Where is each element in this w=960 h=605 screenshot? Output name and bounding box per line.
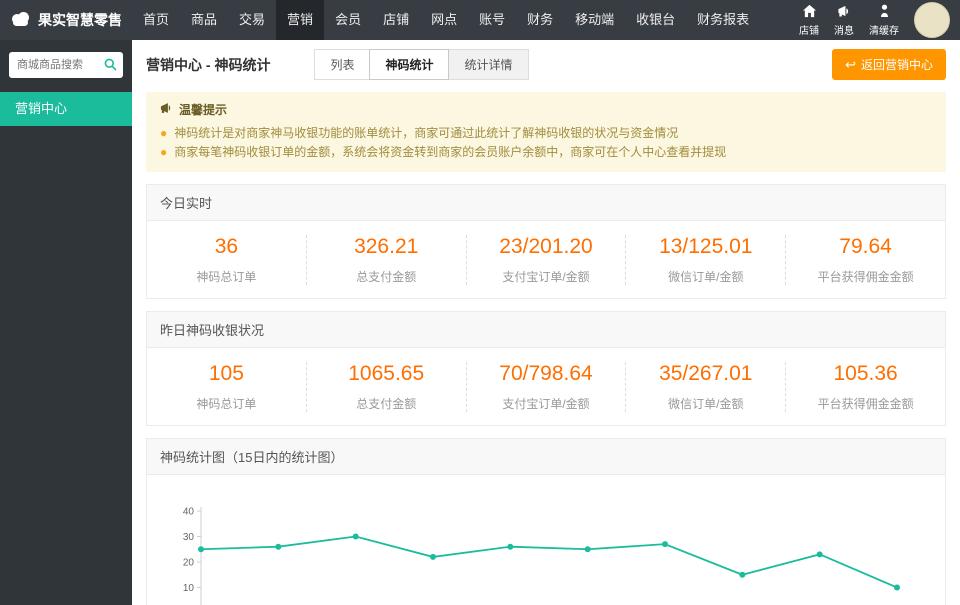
stat-commission: 79.64 平台获得佣金金额 — [785, 235, 945, 285]
stat-value: 23/201.20 — [499, 235, 593, 258]
chart-section: 神码统计图（15日内的统计图） 01020304001月03日01月04日01月… — [146, 438, 946, 605]
stat-total-orders: 105 神码总订单 — [147, 362, 306, 412]
stat-value: 79.64 — [839, 235, 892, 258]
stat-label: 神码总订单 — [196, 270, 257, 284]
notice-title: 温馨提示 — [179, 103, 228, 117]
tab-list[interactable]: 列表 — [314, 49, 371, 80]
stat-alipay: 23/201.20 支付宝订单/金额 — [465, 235, 626, 285]
shop-tool[interactable]: 店铺 — [799, 4, 819, 37]
nav-item-mobile[interactable]: 移动端 — [564, 0, 625, 40]
shop-tool-label: 店铺 — [799, 25, 819, 37]
sidebar-item-marketing-center[interactable]: 营销中心 — [0, 92, 132, 126]
stat-label: 神码总订单 — [196, 397, 257, 411]
page-header: 营销中心 - 神码统计 列表 神码统计 统计详情 ↩ 返回营销中心 — [132, 40, 960, 90]
tab-stats-detail[interactable]: 统计详情 — [448, 49, 529, 80]
stat-total-amount: 326.21 总支付金额 — [305, 235, 466, 285]
cloud-logo-icon — [10, 11, 32, 29]
stat-alipay: 70/798.64 支付宝订单/金额 — [465, 362, 626, 412]
notice-box: 温馨提示 ● 神码统计是对商家神马收银功能的账单统计，商家可通过此统计了解神码收… — [146, 92, 946, 172]
notice-line: ● 商家每笔神码收银订单的金额，系统会将资金转到商家的会员账户余额中，商家可在个… — [160, 143, 932, 162]
sidebar: 营销中心 — [0, 40, 132, 605]
nav-item-marketing[interactable]: 营销 — [276, 0, 325, 44]
main-content: 营销中心 - 神码统计 列表 神码统计 统计详情 ↩ 返回营销中心 温馨提示 ●… — [132, 40, 960, 605]
clear-cache-icon — [878, 4, 891, 21]
yesterday-stats-row: 105 神码总订单 1065.65 总支付金额 70/798.64 支付宝订单/… — [147, 348, 945, 425]
view-tabs: 列表 神码统计 统计详情 — [314, 49, 529, 80]
stat-label: 支付宝订单/金额 — [502, 270, 590, 284]
notice-line: ● 神码统计是对商家神马收银功能的账单统计，商家可通过此统计了解神码收银的状况与… — [160, 124, 932, 143]
stat-value: 36 — [214, 235, 239, 258]
stat-label: 微信订单/金额 — [668, 270, 744, 284]
stat-commission: 105.36 平台获得佣金金额 — [785, 362, 945, 412]
nav-item-goods[interactable]: 商品 — [180, 0, 228, 40]
stat-value: 1065.65 — [348, 362, 425, 385]
page-title: 营销中心 - 神码统计 — [146, 56, 271, 73]
stat-label: 平台获得佣金金额 — [817, 270, 914, 284]
nav-item-shop[interactable]: 店铺 — [372, 0, 420, 40]
message-tool-label: 消息 — [834, 25, 854, 37]
today-stats-row: 36 神码总订单 326.21 总支付金额 23/201.20 支付宝订单/金额… — [147, 221, 945, 298]
top-navigation: 首页 商品 交易 营销 会员 店铺 网点 账号 财务 移动端 收银台 财务报表 — [132, 0, 799, 44]
stat-value: 35/267.01 — [659, 362, 753, 385]
stat-total-orders: 36 神码总订单 — [147, 235, 306, 285]
return-marketing-center-button[interactable]: ↩ 返回营销中心 — [832, 49, 946, 80]
chart-wrap: 01020304001月03日01月04日01月05日01月06日01月07日0… — [147, 475, 945, 605]
tab-shenma-stats[interactable]: 神码统计 — [369, 49, 450, 80]
stat-label: 微信订单/金额 — [668, 397, 744, 411]
nav-item-member[interactable]: 会员 — [324, 0, 372, 40]
svg-text:10: 10 — [183, 583, 195, 594]
nav-item-account[interactable]: 账号 — [468, 0, 516, 40]
svg-text:40: 40 — [183, 507, 195, 518]
nav-item-finance-report[interactable]: 财务报表 — [686, 0, 760, 40]
bullet-icon: ● — [160, 145, 168, 159]
bullet-icon: ● — [160, 126, 168, 140]
notice-line-text: 商家每笔神码收银订单的金额，系统会将资金转到商家的会员账户余额中，商家可在个人中… — [174, 145, 727, 159]
stat-value: 326.21 — [354, 235, 419, 258]
stat-value: 70/798.64 — [499, 362, 593, 385]
sidebar-search — [9, 52, 123, 78]
chart-section-title: 神码统计图（15日内的统计图） — [147, 439, 945, 475]
stat-wechat: 35/267.01 微信订单/金额 — [625, 362, 785, 412]
stat-value: 105 — [208, 362, 244, 385]
topbar-tools: 店铺 消息 清缓存 — [799, 2, 960, 38]
stat-value: 13/125.01 — [659, 235, 753, 258]
stat-wechat: 13/125.01 微信订单/金额 — [625, 235, 785, 285]
stat-label: 平台获得佣金金额 — [817, 397, 914, 411]
brand-title: 果实智慧零售 — [38, 12, 122, 28]
back-arrow-icon: ↩ — [845, 57, 856, 72]
shop-icon — [802, 4, 817, 21]
megaphone-icon — [160, 102, 173, 117]
svg-text:30: 30 — [183, 532, 195, 543]
yesterday-stats-section: 昨日神码收银状况 105 神码总订单 1065.65 总支付金额 70/798.… — [146, 311, 946, 426]
stat-total-amount: 1065.65 总支付金额 — [305, 362, 466, 412]
nav-item-finance[interactable]: 财务 — [516, 0, 564, 40]
clear-cache-tool-label: 清缓存 — [869, 25, 899, 37]
stat-label: 支付宝订单/金额 — [502, 397, 590, 411]
user-avatar[interactable] — [914, 2, 950, 38]
stat-value: 105.36 — [833, 362, 898, 385]
nav-item-cashier[interactable]: 收银台 — [625, 0, 686, 40]
clear-cache-tool[interactable]: 清缓存 — [869, 4, 899, 37]
nav-item-outlet[interactable]: 网点 — [420, 0, 468, 40]
notice-title-row: 温馨提示 — [160, 101, 932, 118]
return-button-label: 返回营销中心 — [860, 58, 933, 72]
today-stats-section: 今日实时 36 神码总订单 326.21 总支付金额 23/201.20 支付宝… — [146, 184, 946, 299]
nav-item-home[interactable]: 首页 — [132, 0, 180, 40]
shenma-line-chart: 01020304001月03日01月04日01月05日01月06日01月07日0… — [183, 507, 900, 605]
today-section-title: 今日实时 — [147, 185, 945, 221]
svg-text:20: 20 — [183, 558, 195, 569]
stat-label: 总支付金额 — [356, 397, 417, 411]
topbar: 果实智慧零售 首页 商品 交易 营销 会员 店铺 网点 账号 财务 移动端 收银… — [0, 0, 960, 44]
brand-logo[interactable]: 果实智慧零售 — [0, 10, 132, 30]
message-tool[interactable]: 消息 — [834, 4, 854, 37]
search-icon[interactable] — [104, 58, 117, 76]
nav-item-trade[interactable]: 交易 — [228, 0, 276, 40]
notice-line-text: 神码统计是对商家神马收银功能的账单统计，商家可通过此统计了解神码收银的状况与资金… — [174, 126, 679, 140]
yesterday-section-title: 昨日神码收银状况 — [147, 312, 945, 348]
stat-label: 总支付金额 — [356, 270, 417, 284]
message-icon — [837, 4, 852, 21]
